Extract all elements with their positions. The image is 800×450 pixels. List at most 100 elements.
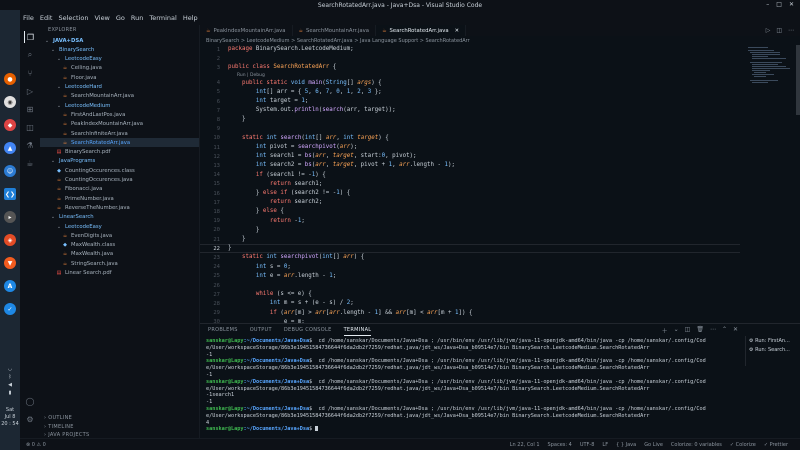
code-line[interactable]: static int searchpivot(int[] arr) { [228,254,364,260]
bluetooth-icon[interactable]: ᛒ [0,374,20,380]
wifi-icon[interactable]: ◡ [0,366,20,372]
menu-view[interactable]: View [94,14,109,22]
tab-problems[interactable]: PROBLEMS [208,324,238,336]
tree-file[interactable]: ☕ CountingOccurences.java [40,176,199,185]
tree-file[interactable]: ☕ SearchInfiniteArr.java [40,129,199,138]
discord-icon[interactable]: ☺ [4,165,16,177]
status-item[interactable]: Colorize: 0 variables [671,442,722,448]
close-tab-icon[interactable]: ✕ [455,28,459,34]
code-line[interactable]: } [228,236,246,242]
account-icon[interactable]: ◯ [24,395,36,407]
gear-icon[interactable]: ⚙ [24,413,36,425]
tree-file[interactable]: ☕ PeakIndexMountainArr.java [40,120,199,129]
app-store-icon[interactable]: A [4,280,16,292]
run-file-icon[interactable]: ▷ [766,27,771,34]
tree-folder[interactable]: ⌄ LinearSearch [40,213,199,222]
menu-terminal[interactable]: Terminal [149,14,176,22]
tree-file[interactable]: ▤ BinarySearch.pdf [40,148,199,157]
tree-file[interactable]: ☕ MaxWealth.java [40,250,199,259]
brave-icon[interactable]: ▼ [4,257,16,269]
code-line[interactable]: int target = 1; [228,98,308,104]
tree-folder[interactable]: ⌄ JAVA+DSA [40,36,199,45]
trash-icon[interactable]: 🗑 [696,326,704,335]
remote-explorer-icon[interactable]: ◫ [24,121,36,133]
tree-file[interactable]: ☕ PrimeNumber.java [40,194,199,203]
codelens-run-debug[interactable]: Run | Debug [237,73,265,78]
minimize-icon[interactable]: – [766,1,769,8]
app-red-icon[interactable]: ◆ [4,119,16,131]
chevron-down-icon[interactable]: ⌄ [674,326,679,335]
code-line[interactable]: } [228,116,246,122]
tab-terminal[interactable]: TERMINAL [343,324,372,336]
tree-file[interactable]: ☕ ReverseTheNumber.java [40,203,199,212]
code-line[interactable]: package BinarySearch.LeetcodeMedium; [228,46,354,52]
menu-file[interactable]: File [23,14,34,22]
code-line[interactable]: } else { [228,208,284,214]
git-icon[interactable]: ◈ [4,234,16,246]
code-line[interactable]: int search1 = bs(arr, target, start:0, p… [228,153,417,159]
firefox-icon[interactable]: ● [4,73,16,85]
code-line[interactable]: int e = arr.length - 1; [228,273,336,279]
tree-file[interactable]: ☕ Fibonacci.java [40,185,199,194]
chrome-icon[interactable]: ◉ [4,96,16,108]
search-icon[interactable]: ⌕ [24,49,36,61]
tree-file[interactable]: ☕ SearchRotatedArr.java [40,138,199,148]
code-line[interactable]: return -1; [228,218,305,224]
tree-folder[interactable]: ⌄ LeetcodeEasy [40,222,199,231]
code-line[interactable]: if (search1 != -1) { [228,172,326,178]
tree-folder[interactable]: ⌄ BinarySearch [40,45,199,54]
status-item[interactable]: Spaces: 4 [548,442,572,448]
menu-go[interactable]: Go [116,14,125,22]
code-line[interactable]: System.out.println(search(arr, target)); [228,107,396,113]
code-line[interactable]: public static void main(String[] args) { [228,80,382,86]
status-item[interactable]: Go Live [644,442,663,448]
breadcrumb[interactable]: BinarySearch > LeetcodeMedium > SearchRo… [200,36,800,45]
code-line[interactable]: static int search(int[] arr, int target)… [228,135,389,141]
outline-section[interactable]: › OUTLINE [40,413,199,422]
minimap[interactable] [740,45,796,85]
terminal-icon[interactable]: ▸ [4,211,16,223]
code-editor[interactable]: 1 package BinarySearch.LeetcodeMedium; 2 3 p… [200,45,740,323]
split-terminal-icon[interactable]: ◫ [685,326,691,335]
code-line[interactable]: int[] arr = { 5, 6, 7, 0, 1, 2, 3 }; [228,89,382,95]
tree-file[interactable]: ☕ SearchMountainArr.java [40,92,199,101]
status-item[interactable]: { } Java [616,442,636,448]
tree-file[interactable]: ☕ EvenDigits.java [40,231,199,240]
tree-file[interactable]: ☕ StringSearch.java [40,259,199,268]
code-line[interactable]: if (arr[m] > arr[arr.length - 1] && arr[… [228,310,473,316]
maximize-panel-icon[interactable]: ⌃ [722,326,727,335]
extensions-icon[interactable]: ⊞ [24,103,36,115]
tree-file[interactable]: ▤ Linear Search.pdf [40,269,199,278]
run-debug-icon[interactable]: ▷ [24,85,36,97]
code-line[interactable]: public class SearchRotatedArr { [228,64,336,70]
status-item[interactable]: LF [602,442,608,448]
close-icon[interactable]: ✕ [789,1,794,8]
status-item[interactable]: ✓ Colorize [730,442,756,448]
store-icon[interactable]: ▲ [4,142,16,154]
java-icon[interactable]: ☕ [24,157,36,169]
tree-file[interactable]: ◆ MaxWealth.class [40,241,199,250]
battery-icon[interactable]: ▮ [0,390,20,396]
problems-status[interactable]: ⊗ 0 ⚠ 0 [26,442,46,448]
status-item[interactable]: ✓ Prettier [764,442,788,448]
code-line[interactable]: while (s <= e) { [228,291,312,297]
tab-output[interactable]: OUTPUT [250,324,272,336]
code-line[interactable]: int pivot = searchpivot(arr); [228,144,357,150]
menu-run[interactable]: Run [131,14,143,22]
terminal-instance-1[interactable]: ⚙ Run: FirstAn... [749,336,800,345]
code-line[interactable]: int s = 0; [228,264,291,270]
menu-help[interactable]: Help [183,14,198,22]
editor-scrollbar[interactable] [796,45,800,115]
tab-debug-console[interactable]: DEBUG CONSOLE [284,324,332,336]
vscode-icon[interactable]: ❮❯ [4,188,16,200]
tree-file[interactable]: ◆ CountingOccurences.class [40,166,199,175]
split-editor-icon[interactable]: ◫ [776,27,782,34]
volume-icon[interactable]: ◀ [0,382,20,388]
more-actions-icon[interactable]: ⋯ [710,326,716,335]
code-line[interactable]: } [228,227,260,233]
tab-search-mountain[interactable]: ☕ SearchMountainArr.java [293,25,377,36]
maximize-icon[interactable]: □ [776,1,782,8]
close-panel-icon[interactable]: ✕ [733,326,738,335]
more-actions-icon[interactable]: ⋯ [788,27,794,34]
code-line[interactable]: } else if (search2 != -1) { [228,190,350,196]
